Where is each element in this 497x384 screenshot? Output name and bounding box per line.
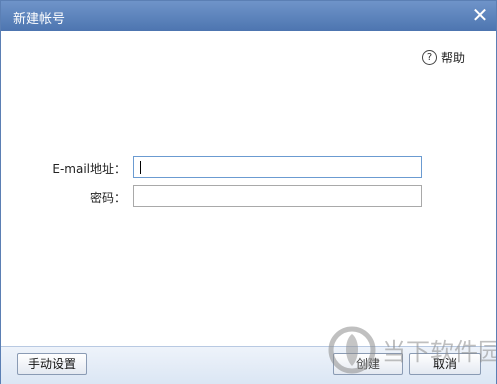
cancel-button[interactable]: 取消 bbox=[409, 353, 481, 375]
window-title: 新建帐号 bbox=[13, 12, 66, 27]
create-button[interactable]: 创建 bbox=[333, 353, 403, 375]
manual-settings-button[interactable]: 手动设置 bbox=[17, 353, 87, 375]
email-field[interactable] bbox=[133, 156, 422, 178]
password-field[interactable] bbox=[133, 185, 422, 207]
close-icon[interactable]: ✕ bbox=[470, 5, 490, 26]
email-label: E-mail地址： bbox=[52, 162, 126, 176]
help-link[interactable]: ? 帮助 bbox=[421, 49, 465, 66]
password-label: 密码： bbox=[89, 191, 126, 205]
dialog-footer: 手动设置 创建 取消 bbox=[1, 346, 496, 384]
password-row: 密码： bbox=[1, 185, 496, 209]
email-input[interactable] bbox=[134, 157, 421, 177]
dialog-content: ? 帮助 E-mail地址： 密码： bbox=[1, 31, 496, 346]
email-row: E-mail地址： bbox=[1, 156, 496, 180]
password-input[interactable] bbox=[134, 186, 421, 206]
new-account-dialog: 新建帐号 ✕ ? 帮助 E-mail地址： 密码： 手动设置 创建 取消 bbox=[0, 0, 497, 384]
question-circle-icon: ? bbox=[421, 50, 437, 65]
title-bar: 新建帐号 ✕ bbox=[1, 1, 496, 31]
help-label: 帮助 bbox=[440, 51, 465, 65]
text-caret bbox=[140, 161, 141, 174]
